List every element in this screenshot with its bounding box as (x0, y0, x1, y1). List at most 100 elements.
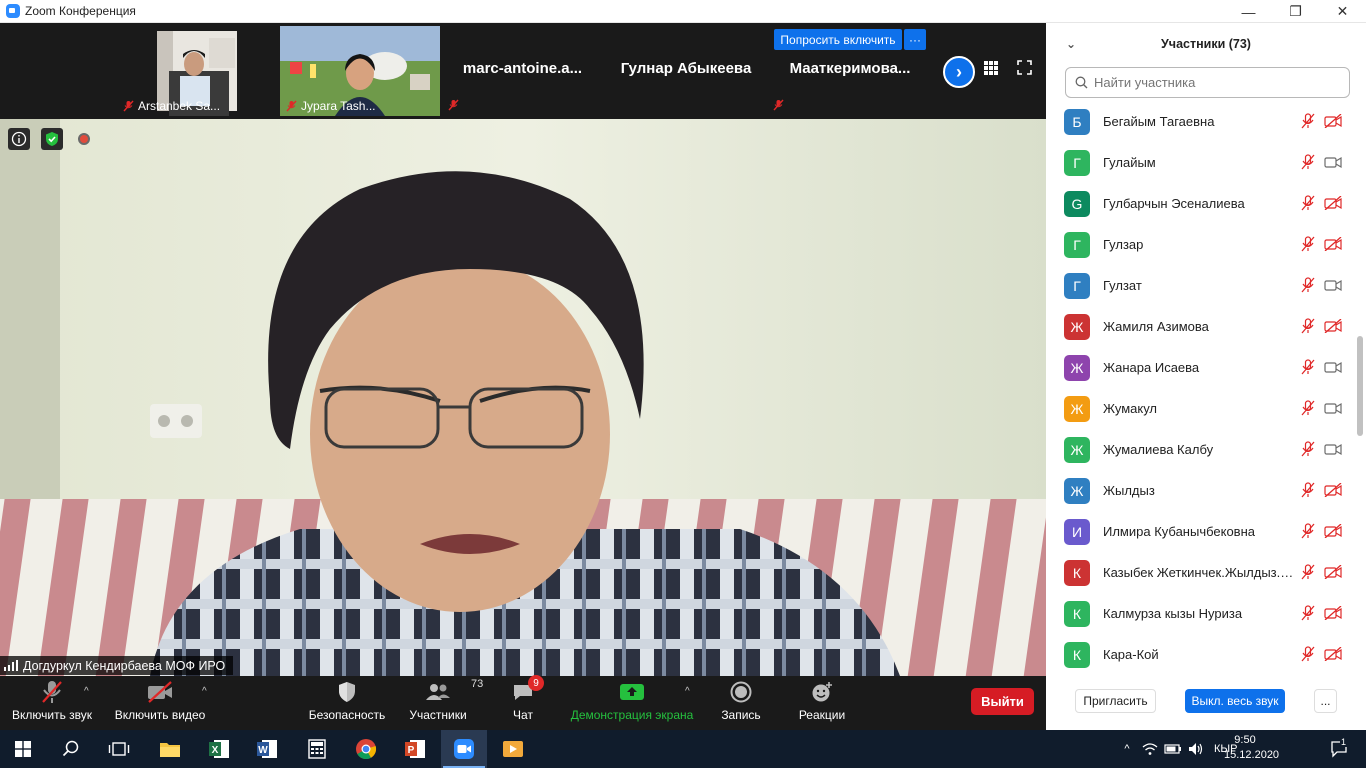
taskbar-clock[interactable]: 9:50 15.12.2020 (1224, 733, 1279, 763)
participant-row[interactable]: Ж Жумакул (1046, 388, 1354, 429)
invite-button[interactable]: Пригласить (1075, 689, 1156, 713)
muted-mic-icon[interactable] (1300, 359, 1316, 380)
video-icon[interactable] (1324, 360, 1342, 379)
participant-row[interactable]: Ж Жумалиева Калбу (1046, 429, 1354, 470)
video-icon[interactable] (1324, 278, 1342, 297)
share-screen-button[interactable]: Демонстрация экрана (568, 676, 696, 730)
muted-mic-icon[interactable] (1300, 277, 1316, 298)
participant-row[interactable]: Г Гулзар (1046, 224, 1354, 265)
close-button[interactable]: ✕ (1319, 0, 1366, 23)
gallery-view-icon[interactable] (984, 61, 998, 75)
next-page-button[interactable]: › (943, 56, 975, 88)
muted-mic-icon[interactable] (1300, 113, 1316, 134)
participant-row[interactable]: К Калмурза кызы Нуриза (1046, 593, 1354, 634)
mute-all-button[interactable]: Выкл. весь звук (1185, 689, 1285, 713)
participant-row[interactable]: И Илмира Кубанычбековна (1046, 511, 1354, 552)
show-hidden-icons-icon[interactable]: ^ (1118, 743, 1136, 755)
participant-tile-gulnar[interactable]: Гулнар Абыкеева (608, 23, 764, 113)
task-view-button[interactable] (96, 730, 142, 768)
muted-mic-icon[interactable] (1300, 236, 1316, 257)
video-icon[interactable] (1324, 442, 1342, 461)
taskbar-powerpoint[interactable]: P (392, 730, 438, 768)
meeting-info-button[interactable] (8, 128, 30, 150)
scrollbar-thumb[interactable] (1357, 336, 1363, 436)
participant-row[interactable]: Ж Жамиля Азимова (1046, 306, 1354, 347)
muted-mic-icon[interactable] (1300, 154, 1316, 175)
windows-logo-icon (15, 741, 31, 757)
participant-row[interactable]: Ж Жылдыз (1046, 470, 1354, 511)
start-video-button[interactable]: Включить видео (112, 676, 208, 730)
chat-button[interactable]: 9 Чат (505, 675, 544, 730)
muted-mic-icon[interactable] (1300, 605, 1316, 626)
leave-meeting-button[interactable]: Выйти (971, 688, 1034, 715)
video-off-icon[interactable] (1324, 605, 1342, 625)
battery-icon[interactable] (1164, 743, 1182, 755)
muted-mic-icon[interactable] (1300, 441, 1316, 462)
ask-to-unmute-button[interactable]: Попросить включить (774, 29, 902, 50)
participant-row[interactable]: Г Гулзат (1046, 265, 1354, 306)
video-off-icon[interactable] (1324, 195, 1342, 215)
start-button[interactable] (0, 730, 46, 768)
participant-row[interactable]: Ж Жанара Исаева (1046, 347, 1354, 388)
security-button[interactable]: Безопасность (307, 676, 387, 730)
participant-row[interactable]: Б Бегайым Тагаевна (1046, 101, 1354, 142)
record-button[interactable]: Запись (717, 676, 765, 730)
participant-avatar: G (1064, 190, 1090, 217)
minimize-button[interactable]: — (1225, 0, 1272, 23)
taskbar-file-explorer[interactable] (147, 730, 193, 768)
muted-mic-icon[interactable] (1300, 564, 1316, 585)
video-options-caret-icon[interactable]: ^ (202, 686, 207, 697)
wifi-icon[interactable] (1142, 742, 1158, 756)
video-thumbnail[interactable]: Arstanbek Sa... (117, 26, 237, 116)
muted-mic-icon[interactable] (1300, 195, 1316, 216)
muted-mic-icon[interactable] (1300, 482, 1316, 503)
muted-mic-icon[interactable] (1300, 646, 1316, 667)
video-off-icon[interactable] (1324, 236, 1342, 256)
taskbar-zoom[interactable] (441, 730, 487, 768)
participant-tile-marc[interactable]: marc-antoine.a... (445, 23, 600, 113)
participant-search[interactable] (1065, 67, 1350, 98)
audio-options-caret-icon[interactable]: ^ (84, 686, 89, 697)
shield-icon (339, 682, 355, 702)
taskbar-chrome[interactable] (343, 730, 389, 768)
video-off-icon[interactable] (1324, 482, 1342, 502)
video-off-icon[interactable] (1324, 113, 1342, 133)
video-icon[interactable] (1324, 401, 1342, 420)
participant-row[interactable]: К Казыбек Жеткинчек.Жылдыз.Н... (1046, 552, 1354, 593)
taskbar-word[interactable]: W (244, 730, 290, 768)
encryption-button[interactable] (41, 128, 63, 150)
participant-list-scrollbar[interactable] (1356, 100, 1364, 675)
fullscreen-icon[interactable] (1017, 60, 1032, 75)
video-off-icon[interactable] (1324, 564, 1342, 584)
search-input[interactable] (1094, 75, 1334, 90)
video-off-icon[interactable] (1324, 318, 1342, 338)
muted-mic-icon[interactable] (1300, 400, 1316, 421)
taskbar-media-player[interactable] (490, 730, 536, 768)
taskbar-calculator[interactable] (294, 730, 340, 768)
more-options-button[interactable]: ... (1314, 689, 1337, 713)
participant-name: Жамиля Азимова (1103, 319, 1209, 334)
maximize-button[interactable]: ❐ (1272, 0, 1319, 23)
collapse-chevron-icon[interactable]: ⌄ (1066, 37, 1076, 51)
video-icon[interactable] (1324, 155, 1342, 174)
participant-row[interactable]: К Кара-Кой (1046, 634, 1354, 673)
video-off-icon[interactable] (1324, 523, 1342, 543)
volume-icon[interactable] (1188, 742, 1204, 756)
taskbar-excel[interactable]: X (196, 730, 242, 768)
reactions-button[interactable]: Реакции (795, 676, 849, 730)
muted-mic-icon (123, 100, 134, 112)
video-thumbnail[interactable]: Jypara Tash... (280, 26, 440, 116)
participant-row[interactable]: Г Гулайым (1046, 142, 1354, 183)
thumbnail-name: Jypara Tash... (286, 99, 375, 113)
unmute-button[interactable]: Включить звук (8, 676, 96, 730)
muted-mic-icon[interactable] (1300, 318, 1316, 339)
video-off-icon[interactable] (1324, 646, 1342, 666)
participant-row[interactable]: G Гулбарчын Эсеналиева (1046, 183, 1354, 224)
ask-more-button[interactable]: ··· (904, 29, 926, 50)
notifications-button[interactable]: 1 (1316, 730, 1362, 768)
participants-button[interactable]: 73 Участники (405, 676, 483, 730)
muted-mic-icon[interactable] (1300, 523, 1316, 544)
record-icon (730, 681, 752, 703)
share-options-caret-icon[interactable]: ^ (685, 686, 690, 697)
search-button[interactable] (48, 730, 94, 768)
